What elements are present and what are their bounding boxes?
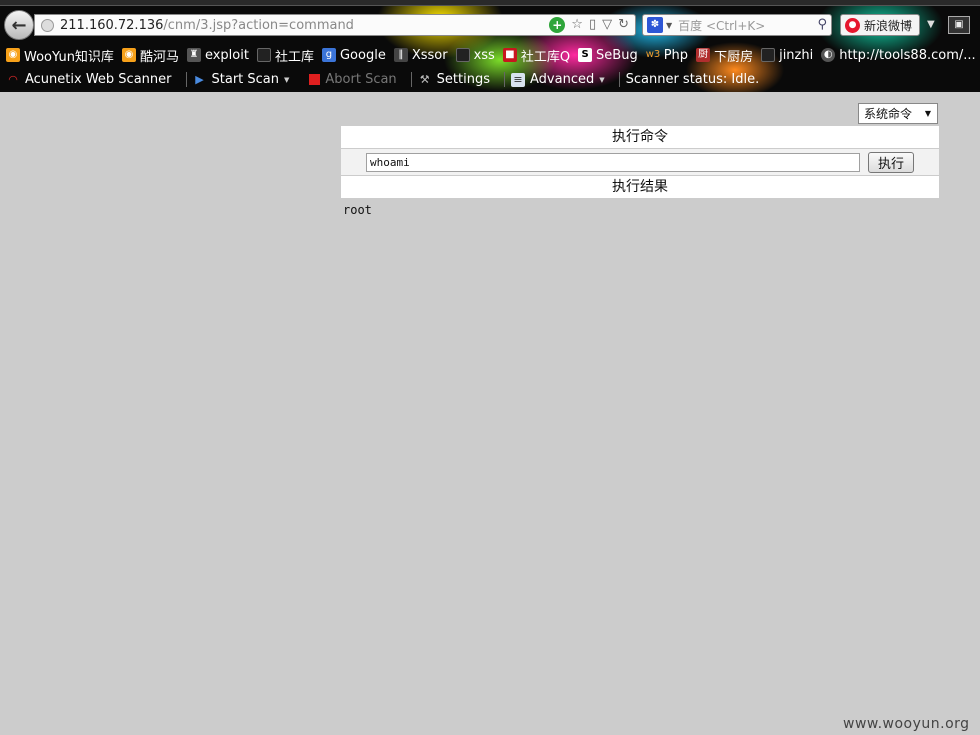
rss-icon: ◉ — [6, 48, 20, 62]
figure-icon: ♜ — [186, 48, 201, 62]
w3-icon: w3 — [645, 49, 661, 60]
weibo-button[interactable]: ● 新浪微博 — [840, 14, 920, 36]
scanner-toolbar: ◠ Acunetix Web Scanner ▶ Start Scan ▼ Abort… — [0, 68, 980, 91]
navigation-row: ← 211.160.72.136 /cnm/3.jsp?action=comma… — [0, 6, 980, 42]
settings-button[interactable]: ⚒ Settings — [418, 72, 505, 87]
chevron-down-icon: ▼ — [284, 75, 290, 84]
bookmark-label: Xssor — [411, 47, 448, 63]
abort-scan-button[interactable]: Abort Scan — [309, 72, 412, 87]
command-row: 执行 — [341, 148, 939, 176]
bookmark-php[interactable]: w3 Php — [646, 48, 688, 63]
bookmark-label: Google — [339, 47, 386, 63]
advanced-label: Advanced — [530, 72, 595, 87]
back-button[interactable]: ← — [4, 10, 34, 40]
url-path: /cnm/3.jsp?action=command — [163, 17, 354, 33]
acunetix-button[interactable]: ◠ Acunetix Web Scanner — [6, 72, 187, 87]
bookmark-label: 社工库 — [274, 49, 314, 65]
bookmark-xssor[interactable]: ‖ Xssor — [393, 47, 448, 63]
page-icon — [455, 48, 470, 62]
bookmark-label: http://tools88.com/... — [839, 47, 976, 63]
bookmarks-bar: ◉ WooYun知识库 ◉ 酷河马 ♜ exploit 社工库 g Google ‖ Xs… — [0, 44, 980, 66]
google-icon: g — [321, 48, 336, 62]
settings-label: Settings — [436, 72, 490, 87]
start-scan-button[interactable]: ▶ Start Scan ▼ — [193, 72, 304, 87]
menu-chevron-icon[interactable]: ▼ — [927, 19, 935, 30]
bookmark-label: SeBug — [596, 47, 638, 63]
wifi-icon: ◠ — [8, 72, 18, 86]
start-scan-label: Start Scan — [211, 72, 280, 87]
bookmark-label: jinzhi — [779, 47, 814, 63]
bookmark-label: xss — [473, 47, 495, 63]
back-arrow-icon: ← — [11, 14, 27, 36]
command-panel: 执行命令 执行 执行结果 — [341, 126, 939, 198]
exec-result-header: 执行结果 — [341, 176, 939, 198]
xssor-icon: ‖ — [393, 48, 408, 62]
bookmark-wooyun[interactable]: ◉ WooYun知识库 — [6, 46, 114, 65]
scanner-name: Acunetix Web Scanner — [25, 72, 172, 87]
cook-icon: 厨 — [696, 48, 711, 62]
bookmark-label: WooYun知识库 — [24, 49, 114, 65]
page-icon — [761, 48, 776, 62]
stop-icon — [309, 74, 321, 85]
bookmark-label: exploit — [204, 47, 249, 63]
globe-icon — [41, 18, 54, 32]
phone-icon[interactable]: ▯ — [589, 17, 596, 33]
rss-icon: ◉ — [121, 48, 136, 62]
window-icon[interactable]: ▣ — [948, 16, 970, 34]
bookmark-label: 社工库Q — [520, 49, 571, 65]
bookmark-label: Php — [663, 47, 689, 63]
exec-command-header: 执行命令 — [341, 126, 939, 148]
command-type-select[interactable]: 系统命令 ▼ — [858, 103, 938, 124]
bookmark-google[interactable]: g Google — [321, 47, 386, 63]
tools-icon: ◐ — [821, 48, 836, 62]
bookmark-label: 酷河马 — [139, 49, 179, 65]
weibo-label: 新浪微博 — [864, 18, 913, 33]
execute-button[interactable]: 执行 — [868, 152, 914, 173]
select-value: 系统命令 — [864, 107, 913, 121]
bookmark-sebug[interactable]: S SeBug — [578, 48, 638, 63]
play-icon: ▶ — [195, 72, 204, 86]
baidu-icon[interactable]: ✽ — [647, 17, 663, 33]
browser-chrome: ← 211.160.72.136 /cnm/3.jsp?action=comma… — [0, 0, 980, 92]
search-icon[interactable]: ⚲ — [817, 17, 827, 32]
watermark: www.wooyun.org — [843, 716, 970, 732]
bookmark-shegongku-q[interactable]: ■ 社工库Q — [502, 46, 571, 65]
refresh-icon[interactable]: ↻ — [618, 17, 629, 33]
bookmark-jinzhi[interactable]: jinzhi — [761, 48, 813, 63]
bookmark-exploit[interactable]: ♜ exploit — [186, 47, 249, 63]
red-icon: ■ — [502, 48, 517, 62]
weibo-icon: ● — [845, 17, 860, 33]
advanced-button[interactable]: ≡ Advanced ▼ — [511, 72, 620, 87]
sebug-icon: S — [578, 48, 593, 62]
address-bar[interactable]: 211.160.72.136 /cnm/3.jsp?action=command… — [34, 14, 636, 36]
command-result: root — [343, 203, 372, 217]
advanced-icon: ≡ — [511, 72, 525, 87]
page-icon — [256, 48, 271, 62]
star-icon[interactable]: ☆ — [571, 17, 583, 33]
bookmark-xiachufang[interactable]: 厨下厨房 — [696, 46, 753, 65]
address-bar-tools: + ☆ ▯ ▽ ↻ — [549, 17, 629, 33]
chevron-down-icon[interactable]: ▼ — [666, 21, 672, 30]
search-placeholder: 百度 <Ctrl+K> — [678, 18, 766, 33]
bookmark-label: 下厨房 — [714, 49, 754, 65]
bookmark-shegongku[interactable]: 社工库 — [256, 46, 314, 65]
dropdown-icon[interactable]: ▽ — [602, 17, 612, 33]
search-bar[interactable]: ✽ ▼ 百度 <Ctrl+K> ⚲ — [642, 14, 832, 36]
go-icon[interactable]: + — [549, 17, 566, 33]
chevron-down-icon: ▼ — [924, 109, 931, 118]
wrench-icon: ⚒ — [419, 72, 430, 86]
bookmark-kuhema[interactable]: ◉ 酷河马 — [121, 46, 179, 65]
command-input[interactable] — [366, 153, 860, 172]
chevron-down-icon: ▼ — [599, 75, 605, 84]
url-host: 211.160.72.136 — [60, 17, 164, 33]
scanner-status: Scanner status: Idle. — [625, 72, 760, 87]
bookmark-xss[interactable]: xss — [455, 47, 495, 63]
bookmark-tools88[interactable]: ◐ http://tools88.com/... — [821, 47, 976, 63]
abort-scan-label: Abort Scan — [325, 72, 397, 87]
